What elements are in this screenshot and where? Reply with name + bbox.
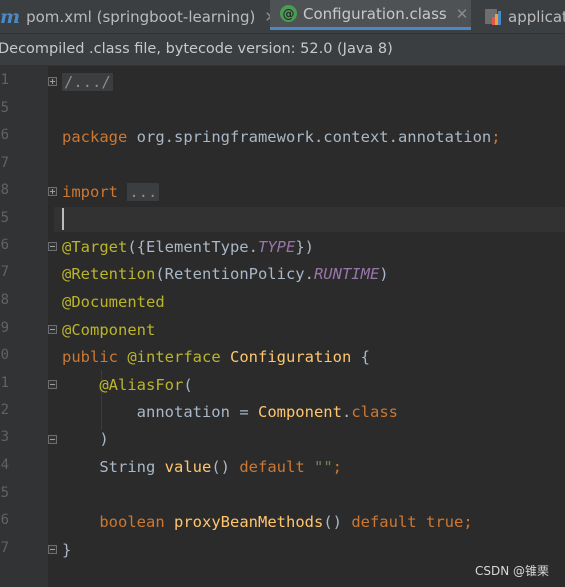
keyword: default <box>351 513 417 531</box>
code-text: }) <box>295 238 314 256</box>
line-number: 8 <box>0 292 9 308</box>
semicolon: ; <box>332 458 343 476</box>
line-number: 6 <box>0 127 9 143</box>
method-name: proxyBeanMethods <box>174 513 324 531</box>
paren: ) <box>99 430 109 448</box>
code-line: @Target({ElementType.TYPE}) <box>62 236 314 258</box>
keyword: import <box>62 183 118 201</box>
properties-file-icon <box>485 8 501 25</box>
current-line-highlight <box>54 207 565 232</box>
editor-tab-bar: m pom.xml (springboot-learning) ✕ @ Conf… <box>0 0 565 34</box>
line-number: 6 <box>0 237 9 253</box>
code-text: () <box>211 458 240 476</box>
line-number: 7 <box>0 155 9 171</box>
keyword: default <box>239 458 305 476</box>
semicolon: ; <box>463 513 473 531</box>
code-text: (RetentionPolicy. <box>155 265 314 283</box>
paren: ( <box>183 376 193 394</box>
code-text: = <box>229 403 258 421</box>
method-name: value <box>164 458 212 476</box>
line-number: 6 <box>0 512 9 528</box>
tab-application-properties[interactable]: applicat <box>484 0 565 33</box>
tab-label: pom.xml (springboot-learning) <box>26 7 256 26</box>
text-caret <box>62 208 64 230</box>
enum-constant: RUNTIME <box>313 265 380 283</box>
annotation-class-icon: @ <box>280 5 297 22</box>
line-number: 1 <box>0 72 9 88</box>
line-number: 5 <box>0 485 9 501</box>
code-line: public @interface Configuration { <box>62 346 370 368</box>
code-line: @Documented <box>62 291 165 313</box>
line-number: 8 <box>0 182 9 198</box>
tab-label: Configuration.class <box>303 4 447 23</box>
folded-region[interactable]: /.../ <box>62 73 113 91</box>
keyword: public <box>62 348 118 366</box>
code-line: } <box>62 539 71 561</box>
package-name: org.springframework.context.annotation <box>127 128 492 146</box>
banner-text: Decompiled .class file, bytecode version… <box>0 41 393 57</box>
code-text: . <box>341 403 352 421</box>
keyword: package <box>62 128 128 146</box>
annotation-keyword: @interface <box>127 348 221 366</box>
annotation: @Component <box>62 321 156 339</box>
enum-constant: TYPE <box>257 238 296 256</box>
type-name: Component <box>257 403 342 421</box>
line-number: 3 <box>0 429 9 445</box>
code-text: ({ElementType. <box>127 238 258 256</box>
string-literal: "" <box>314 458 333 476</box>
code-line: @AliasFor( <box>62 374 193 396</box>
code-line: boolean proxyBeanMethods() default true; <box>62 511 473 533</box>
line-number: 0 <box>0 347 9 363</box>
code-line: /.../ <box>62 71 113 93</box>
code-text: () <box>323 513 352 531</box>
code-text: ) <box>379 265 389 283</box>
line-number: 2 <box>0 402 9 418</box>
code-line: ) <box>62 428 109 450</box>
line-number: 1 <box>0 375 9 391</box>
code-line: String value() default ""; <box>62 456 342 478</box>
keyword: boolean <box>99 513 165 531</box>
line-number: 9 <box>0 320 9 336</box>
type-name: Configuration <box>230 348 352 366</box>
keyword: class <box>351 403 398 421</box>
tab-configuration-class[interactable]: @ Configuration.class ✕ <box>270 0 471 30</box>
type-name: String <box>99 458 165 476</box>
code-line: import ... <box>62 181 160 203</box>
code-line: package org.springframework.context.anno… <box>62 126 501 148</box>
annotation: @Target <box>62 238 128 256</box>
line-number: 5 <box>0 100 9 116</box>
code-line: @Component <box>62 319 155 341</box>
line-number: 7 <box>0 264 9 280</box>
annotation: @Retention <box>62 265 156 283</box>
close-icon[interactable]: ✕ <box>456 5 469 23</box>
maven-icon: m <box>0 5 21 28</box>
annotation: @AliasFor <box>99 376 184 394</box>
tab-label: applicat <box>508 7 565 26</box>
brace: } <box>62 541 72 559</box>
line-number: 7 <box>0 540 9 556</box>
folded-imports[interactable]: ... <box>127 183 160 201</box>
code-line: @Retention(RetentionPolicy.RUNTIME) <box>62 263 389 285</box>
line-number: 5 <box>0 210 9 226</box>
attribute-name: annotation <box>136 403 230 421</box>
code-line: annotation = Component.class <box>62 401 398 423</box>
annotation: @Documented <box>62 293 165 311</box>
line-number: 4 <box>0 457 9 473</box>
keyword: true <box>425 513 464 531</box>
decompiled-info-banner: Decompiled .class file, bytecode version… <box>0 34 565 66</box>
tab-pom-xml[interactable]: m pom.xml (springboot-learning) ✕ <box>0 0 277 33</box>
watermark: CSDN @锥栗 <box>474 564 549 578</box>
brace: { <box>351 348 371 366</box>
semicolon: ; <box>491 128 501 146</box>
